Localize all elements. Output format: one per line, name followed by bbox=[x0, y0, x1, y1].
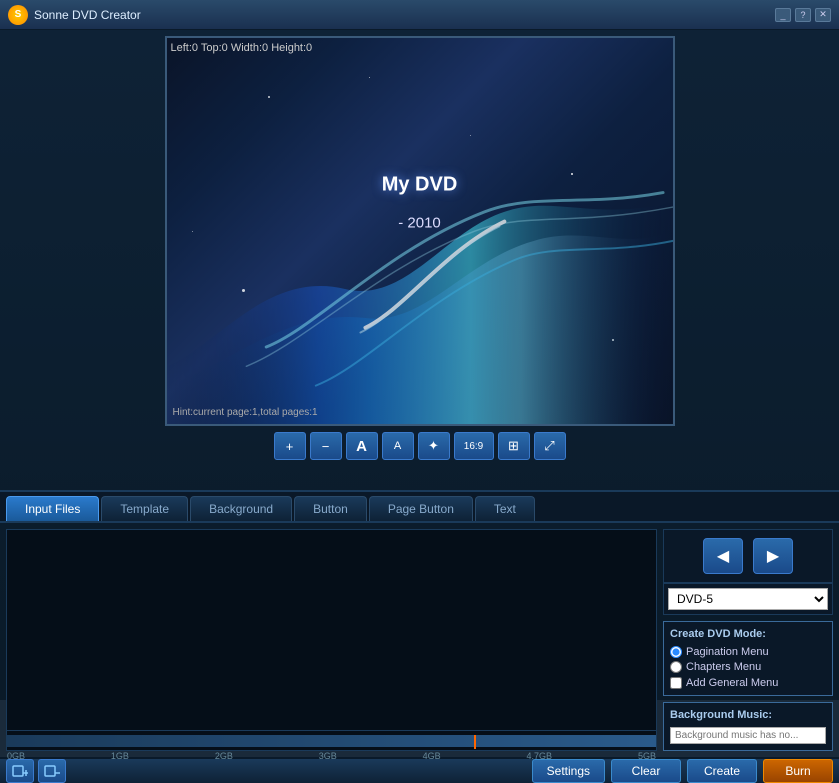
general-menu-checkbox[interactable] bbox=[670, 677, 682, 689]
preview-toolbar: + − A A ✦ 16:9 ⊞ ⤢ bbox=[274, 432, 566, 460]
prev-button[interactable]: ◀ bbox=[703, 538, 743, 574]
grid-button[interactable]: ⊞ bbox=[498, 432, 530, 460]
tab-bar: Input Files Template Background Button P… bbox=[0, 490, 839, 523]
pagination-menu-label: Pagination Menu bbox=[686, 646, 769, 658]
tab-background[interactable]: Background bbox=[190, 496, 292, 521]
preview-container: Left:0 Top:0 Width:0 Height:0 My DVD - 2… bbox=[165, 36, 675, 426]
dvd-select-container: DVD-5 DVD-9 bbox=[663, 583, 833, 615]
label-5gb: 5GB bbox=[638, 751, 656, 761]
label-4-7gb: 4.7GB bbox=[527, 751, 553, 761]
burn-button[interactable]: Burn bbox=[763, 759, 833, 783]
remove-file-button[interactable] bbox=[38, 759, 66, 783]
tab-page-button[interactable]: Page Button bbox=[369, 496, 473, 521]
add-element-button[interactable]: + bbox=[274, 432, 306, 460]
preview-area: Left:0 Top:0 Width:0 Height:0 My DVD - 2… bbox=[0, 30, 839, 490]
remove-file-icon bbox=[44, 764, 60, 778]
progress-marker bbox=[474, 735, 476, 749]
file-list-area[interactable]: 0GB 1GB 2GB 3GB 4GB 4.7GB 5GB bbox=[6, 529, 657, 751]
nav-dvd-container: ◀ ▶ DVD-5 DVD-9 bbox=[663, 529, 833, 615]
chapters-menu-radio[interactable] bbox=[670, 661, 682, 673]
label-1gb: 1GB bbox=[111, 751, 129, 761]
effect-button[interactable]: ✦ bbox=[418, 432, 450, 460]
app-title: Sonne DVD Creator bbox=[34, 8, 775, 22]
minimize-button[interactable]: _ bbox=[775, 8, 791, 22]
right-buttons: Settings Clear Create Burn bbox=[532, 759, 833, 783]
title-bar: S Sonne DVD Creator _ ? ✕ bbox=[0, 0, 839, 30]
label-2gb: 2GB bbox=[215, 751, 233, 761]
close-button[interactable]: ✕ bbox=[815, 8, 831, 22]
text-larger-button[interactable]: A bbox=[346, 432, 378, 460]
general-menu-label: Add General Menu bbox=[686, 677, 778, 689]
tab-text[interactable]: Text bbox=[475, 496, 535, 521]
progress-track bbox=[7, 735, 656, 747]
dvd-title: My DVD bbox=[382, 173, 458, 196]
clear-button[interactable]: Clear bbox=[611, 759, 681, 783]
preview-hint: Hint:current page:1,total pages:1 bbox=[173, 407, 318, 418]
general-menu-row: Add General Menu bbox=[670, 677, 826, 689]
bg-music-panel: Background Music: bbox=[663, 702, 833, 751]
settings-button[interactable]: Settings bbox=[532, 759, 605, 783]
left-icons bbox=[6, 759, 66, 783]
right-panel: ◀ ▶ DVD-5 DVD-9 Create DVD Mode: Paginat… bbox=[663, 529, 833, 751]
add-file-button[interactable] bbox=[6, 759, 34, 783]
tab-input-files[interactable]: Input Files bbox=[6, 496, 99, 521]
tab-button[interactable]: Button bbox=[294, 496, 367, 521]
bg-music-input[interactable] bbox=[670, 727, 826, 744]
remove-element-button[interactable]: − bbox=[310, 432, 342, 460]
pagination-menu-radio[interactable] bbox=[670, 646, 682, 658]
dvd-subtitle: - 2010 bbox=[398, 215, 441, 232]
add-file-icon bbox=[12, 764, 28, 778]
next-button[interactable]: ▶ bbox=[753, 538, 793, 574]
aspect-ratio-button[interactable]: 16:9 bbox=[454, 432, 494, 460]
label-0gb: 0GB bbox=[7, 751, 25, 761]
bottom-panel: 0GB 1GB 2GB 3GB 4GB 4.7GB 5GB ◀ ▶ bbox=[0, 523, 839, 757]
bg-music-title: Background Music: bbox=[670, 709, 826, 721]
chapters-menu-row: Chapters Menu bbox=[670, 661, 826, 673]
dvd-type-select[interactable]: DVD-5 DVD-9 bbox=[668, 588, 828, 610]
nav-buttons: ◀ ▶ bbox=[663, 529, 833, 583]
fit-button[interactable]: ⤢ bbox=[534, 432, 566, 460]
tab-template[interactable]: Template bbox=[101, 496, 188, 521]
preview-coords: Left:0 Top:0 Width:0 Height:0 bbox=[171, 42, 313, 54]
dvd-mode-panel: Create DVD Mode: Pagination Menu Chapter… bbox=[663, 621, 833, 696]
chapters-menu-label: Chapters Menu bbox=[686, 661, 761, 673]
create-button[interactable]: Create bbox=[687, 759, 757, 783]
dvd-mode-title: Create DVD Mode: bbox=[670, 628, 826, 640]
window-controls: _ ? ✕ bbox=[775, 8, 831, 22]
progress-labels: 0GB 1GB 2GB 3GB 4GB 4.7GB 5GB bbox=[7, 751, 656, 761]
label-4gb: 4GB bbox=[423, 751, 441, 761]
app-icon: S bbox=[8, 5, 28, 25]
help-button[interactable]: ? bbox=[795, 8, 811, 22]
text-smaller-button[interactable]: A bbox=[382, 432, 414, 460]
main-container: Left:0 Top:0 Width:0 Height:0 My DVD - 2… bbox=[0, 30, 839, 700]
progress-area: 0GB 1GB 2GB 3GB 4GB 4.7GB 5GB bbox=[7, 730, 656, 750]
label-3gb: 3GB bbox=[319, 751, 337, 761]
pagination-menu-row: Pagination Menu bbox=[670, 646, 826, 658]
